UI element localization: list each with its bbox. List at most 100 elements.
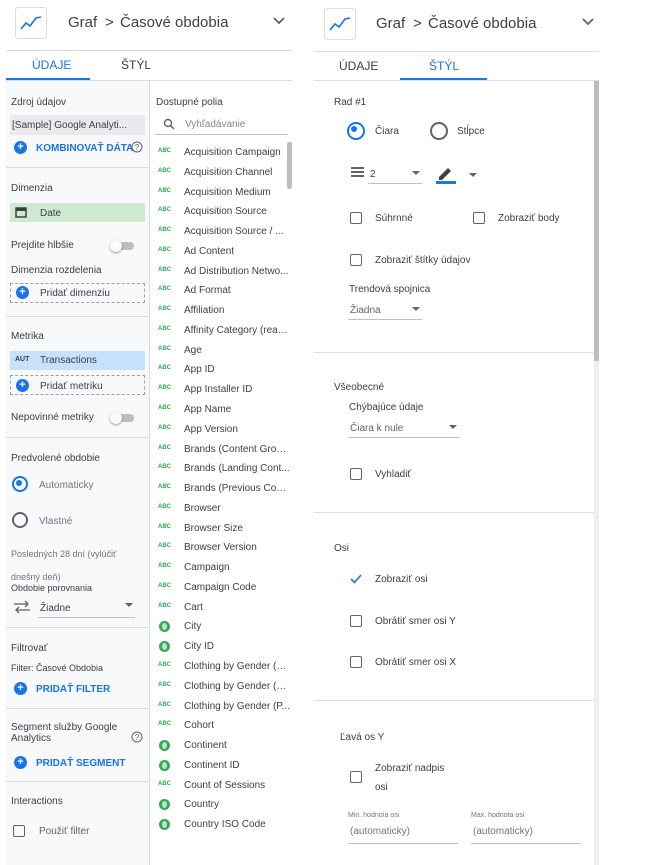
breadcrumb-root[interactable]: Graf xyxy=(68,14,97,31)
field-list-item[interactable]: ABC Brands (Previous Con... xyxy=(152,479,292,499)
field-list-item[interactable]: ABC App Installer ID xyxy=(152,380,292,400)
cumulative-label: Súhrnné xyxy=(375,213,413,224)
field-list-item[interactable]: ABC Brands (Content Group) xyxy=(152,440,292,460)
pencil-color-icon[interactable] xyxy=(435,164,457,184)
field-list-item[interactable]: ABC Affinity Category (reac... xyxy=(152,321,292,341)
section-divider xyxy=(6,781,149,782)
missing-data-select[interactable]: Čiara k nule xyxy=(350,423,403,434)
tab-style[interactable]: ŠTÝL xyxy=(429,59,459,73)
field-list-item[interactable]: ABC Acquisition Source xyxy=(152,202,292,222)
tab-data[interactable]: ÚDAJE xyxy=(339,59,378,73)
field-list-item[interactable]: ABC App Version xyxy=(152,420,292,440)
field-list-item[interactable]: ABC Brands (Landing Cont... xyxy=(152,459,292,479)
field-list-item[interactable]: ABC Browser Size xyxy=(152,519,292,539)
field-name: Clothing by Gender (C... xyxy=(184,661,290,673)
drill-down-toggle-knob[interactable] xyxy=(110,240,122,252)
add-filter-plus-icon[interactable]: + xyxy=(14,682,27,695)
field-list-item[interactable]: ABC Campaign Code xyxy=(152,578,292,598)
field-list-item[interactable]: ABC App ID xyxy=(152,360,292,380)
show-axis-title-checkbox[interactable] xyxy=(350,771,362,783)
cumulative-checkbox[interactable] xyxy=(350,212,362,224)
field-list-item[interactable]: ABC Acquisition Medium xyxy=(152,183,292,203)
field-list-item[interactable]: ABC Acquisition Source / ... xyxy=(152,222,292,242)
search-icon[interactable] xyxy=(163,118,175,130)
trendline-dropdown-icon[interactable] xyxy=(412,307,420,311)
compare-dropdown-icon[interactable] xyxy=(125,603,133,607)
segment-help-icon[interactable]: ? xyxy=(131,731,143,743)
add-segment-plus-icon[interactable]: + xyxy=(14,756,27,769)
data-labels-checkbox[interactable] xyxy=(350,254,362,266)
field-list-item[interactable]: City ID xyxy=(152,637,292,657)
axis-min-input[interactable]: (automaticky) xyxy=(350,826,410,837)
add-dimension-plus-icon[interactable]: + xyxy=(16,286,29,299)
apply-filter-checkbox[interactable] xyxy=(13,825,25,837)
text-type-icon: ABC xyxy=(158,286,171,293)
color-dropdown-icon[interactable] xyxy=(469,173,477,177)
field-list-item[interactable]: ABC Ad Distribution Netwo... xyxy=(152,262,292,282)
chevron-down-icon[interactable] xyxy=(272,16,286,26)
show-axes-checkbox[interactable] xyxy=(350,573,362,585)
help-icon[interactable]: ? xyxy=(131,141,143,153)
blend-data-button[interactable]: KOMBINOVAŤ DÁTA xyxy=(36,143,133,154)
reverse-x-checkbox[interactable] xyxy=(350,656,362,668)
field-list-item[interactable]: Continent xyxy=(152,736,292,756)
field-list-item[interactable]: ABC Browser xyxy=(152,499,292,519)
date-custom-radio[interactable] xyxy=(12,512,28,528)
field-list-item[interactable]: Continent ID xyxy=(152,756,292,776)
add-metric-plus-icon[interactable]: + xyxy=(16,379,29,392)
trendline-select[interactable]: Žiadna xyxy=(350,305,381,316)
add-segment-button[interactable]: PRIDAŤ SEGMENT xyxy=(36,758,125,769)
field-list-item[interactable]: ABC Campaign xyxy=(152,558,292,578)
date-auto-radio[interactable] xyxy=(12,476,28,492)
field-list-item[interactable]: Country ISO Code xyxy=(152,815,292,835)
breadcrumb-separator-icon: > xyxy=(413,15,422,32)
add-filter-button[interactable]: PRIDAŤ FILTER xyxy=(36,684,110,695)
field-list-item[interactable]: ABC Count of Sessions xyxy=(152,776,292,796)
axis-max-input[interactable]: (automaticky) xyxy=(473,826,533,837)
style-scrollbar[interactable] xyxy=(594,81,599,361)
field-list-item[interactable]: ABC Age xyxy=(152,341,292,361)
show-points-label: Zobraziť body xyxy=(498,213,560,224)
fields-search-input[interactable]: Vyhľadávanie xyxy=(185,119,245,130)
field-list-item[interactable]: ABC Clothing by Gender (C... xyxy=(152,657,292,677)
series-bars-radio[interactable] xyxy=(430,122,448,140)
field-list-item[interactable]: ABC Acquisition Channel xyxy=(152,163,292,183)
chart-type-icon[interactable] xyxy=(324,8,356,40)
chevron-down-icon[interactable] xyxy=(581,17,595,27)
field-list-item[interactable]: ABC Clothing by Gender (P... xyxy=(152,697,292,717)
field-list-item[interactable]: Country xyxy=(152,795,292,815)
metric-value: Transactions xyxy=(40,355,97,366)
field-list-item[interactable]: ABC Ad Content xyxy=(152,242,292,262)
breadcrumb-root[interactable]: Graf xyxy=(376,15,405,32)
dimension-chip[interactable] xyxy=(10,203,145,222)
tab-data[interactable]: ÚDAJE xyxy=(32,58,71,72)
missing-data-dropdown-icon[interactable] xyxy=(449,425,457,429)
field-name: Brands (Previous Con... xyxy=(184,483,290,495)
tab-style[interactable]: ŠTÝL xyxy=(121,58,151,72)
metric-aggregation-badge[interactable]: AUT xyxy=(15,356,29,363)
chart-type-icon[interactable] xyxy=(15,7,47,39)
smooth-checkbox[interactable] xyxy=(350,468,362,480)
text-type-icon: ABC xyxy=(158,148,171,154)
field-list-item[interactable]: ABC Ad Format xyxy=(152,281,292,301)
field-list-item[interactable]: ABC Affiliation xyxy=(152,301,292,321)
series-line-radio[interactable] xyxy=(347,122,365,140)
field-list-item[interactable]: ABC Acquisition Campaign xyxy=(152,143,292,163)
field-name: Country xyxy=(184,799,220,811)
field-list-item[interactable]: ABC Clothing by Gender (L... xyxy=(152,677,292,697)
field-list-item[interactable]: ABC Cohort xyxy=(152,716,292,736)
field-name: Acquisition Medium xyxy=(184,186,271,198)
line-weight-dropdown-icon[interactable] xyxy=(412,171,420,175)
field-list-item[interactable]: ABC App Name xyxy=(152,400,292,420)
field-list-item[interactable]: City xyxy=(152,617,292,637)
blend-plus-icon[interactable]: + xyxy=(14,141,27,154)
optional-metrics-toggle-knob[interactable] xyxy=(110,412,122,424)
field-list-item[interactable]: ABC Cart xyxy=(152,598,292,618)
compare-select[interactable]: Žiadne xyxy=(40,603,71,614)
show-points-checkbox[interactable] xyxy=(473,212,485,224)
line-weight-select[interactable]: 2 xyxy=(370,169,376,180)
field-list-item[interactable]: ABC Browser Version xyxy=(152,538,292,558)
text-type-icon: ABC xyxy=(158,523,171,530)
left-y-title: Ľavá os Y xyxy=(340,732,385,743)
reverse-y-checkbox[interactable] xyxy=(350,615,362,627)
